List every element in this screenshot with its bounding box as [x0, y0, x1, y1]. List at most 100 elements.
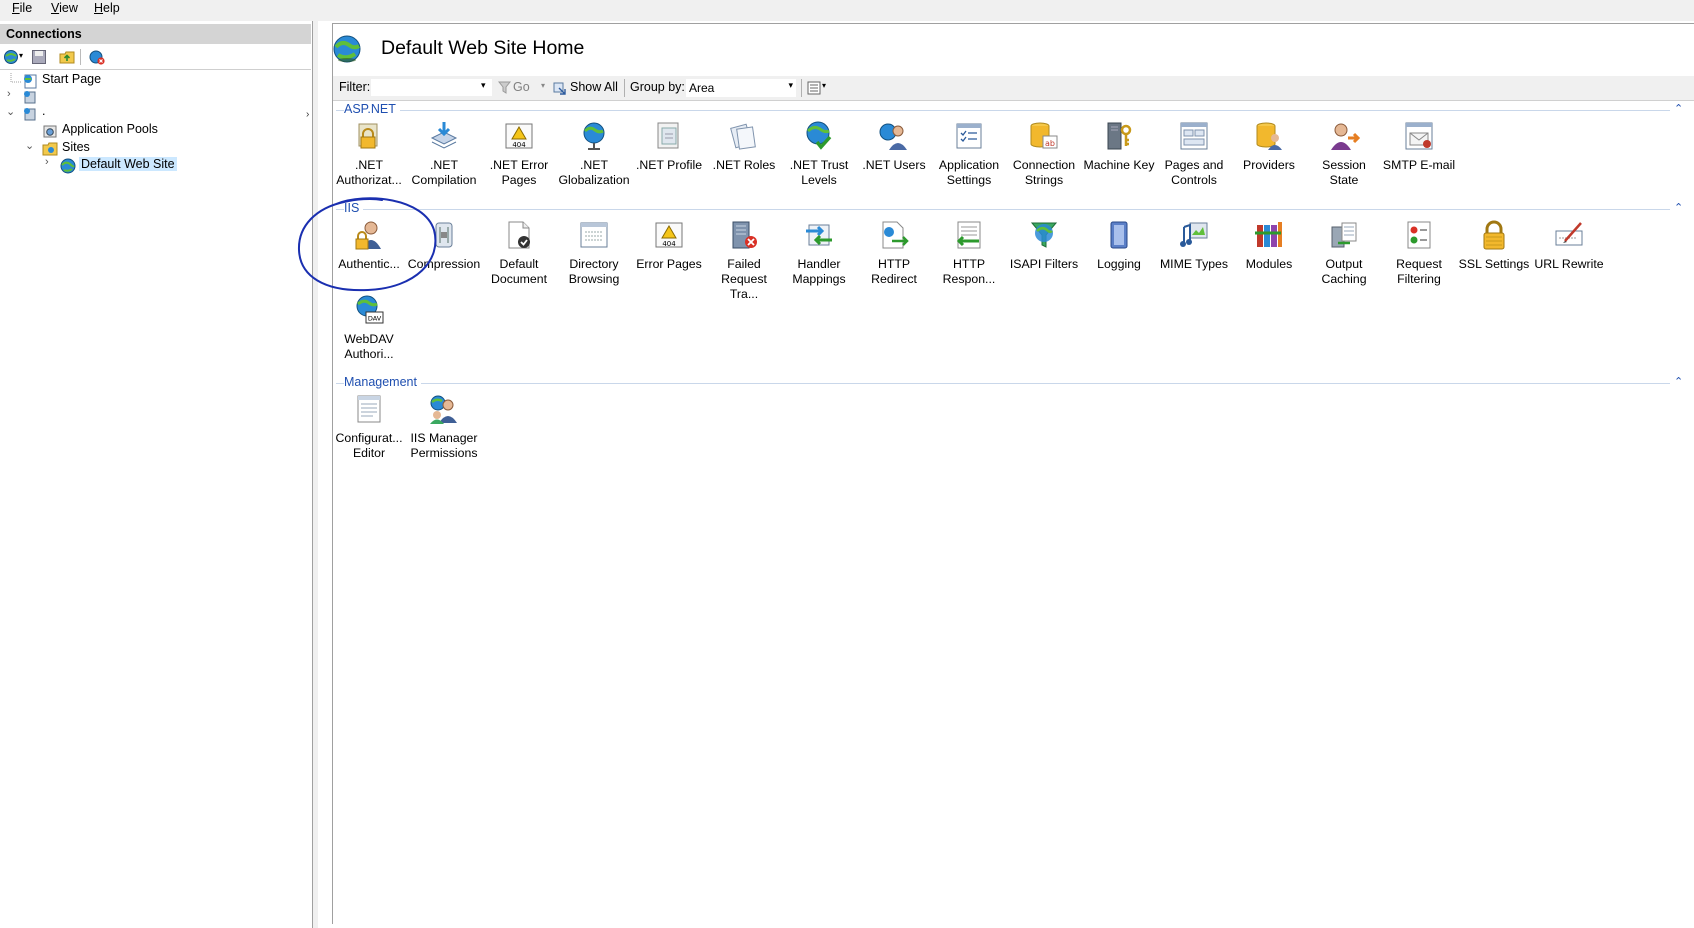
feature-label: Logging — [1097, 257, 1141, 271]
feature-label: Failed Request Tra... — [721, 257, 767, 301]
up-folder-icon[interactable] — [59, 49, 75, 65]
feature-label: Modules — [1245, 257, 1293, 271]
feature-label: .NET Globalization — [558, 158, 630, 187]
group-heading-management[interactable]: Management — [344, 375, 421, 389]
feature-ssl-settings[interactable]: SSL Settings — [1457, 219, 1531, 272]
feature-application-settings[interactable]: Application Settings — [932, 120, 1006, 188]
tree-sites[interactable]: Sites — [62, 140, 90, 154]
feature-error-pages[interactable]: 404 Error Pages — [632, 219, 706, 272]
feature-webdav-authoring-rules[interactable]: DAV WebDAV Authori... — [332, 294, 406, 362]
go-button[interactable]: Go — [496, 77, 544, 99]
machine-key-icon — [1107, 122, 1132, 150]
svg-text:404: 404 — [512, 141, 526, 149]
sites-collapse-chevron-icon[interactable]: ⌄ — [25, 139, 34, 152]
tree-default-web-site-label: Default Web Site — [79, 157, 177, 171]
tree-application-pools[interactable]: Application Pools — [62, 122, 158, 136]
feature-output-caching[interactable]: Output Caching — [1307, 219, 1381, 287]
feature-request-filtering[interactable]: Request Filtering — [1382, 219, 1456, 287]
aspnet-collapse-icon[interactable]: ⌃ — [1674, 102, 1683, 115]
feature-directory-browsing[interactable]: Directory Browsing — [557, 219, 631, 287]
feature-net-trust-levels[interactable]: .NET Trust Levels — [782, 120, 856, 188]
feature-net-compilation[interactable]: .NET Compilation — [407, 120, 481, 188]
feature-label: Application Settings — [938, 158, 1000, 187]
feature-label: .NET Users — [862, 158, 926, 172]
tree-start-page[interactable]: Start Page — [42, 72, 101, 86]
go-dropdown-icon[interactable]: ▾ — [541, 81, 545, 90]
feature-net-authorization[interactable]: .NET Authorizat... — [332, 120, 406, 188]
view-mode-icon[interactable] — [807, 81, 821, 95]
app-pools-icon — [43, 125, 57, 138]
feature-net-globalization[interactable]: .NET Globalization — [557, 120, 631, 188]
http-redirect-icon — [882, 221, 909, 249]
feature-url-rewrite[interactable]: URL Rewrite — [1532, 219, 1606, 272]
menu-view[interactable]: View — [51, 1, 78, 15]
menu-help[interactable]: Help — [94, 1, 120, 15]
webdav-authoring-icon: DAV — [356, 295, 384, 324]
feature-connection-strings[interactable]: ab Connection Strings — [1007, 120, 1081, 188]
net-compilation-icon — [430, 122, 458, 149]
feature-mime-types[interactable]: MIME Types — [1157, 219, 1231, 272]
feature-label: Request Filtering — [1396, 257, 1442, 286]
filter-dropdown-icon[interactable]: ▾ — [481, 80, 486, 91]
management-group-rule — [336, 383, 1670, 384]
feature-label: Directory Browsing — [568, 257, 620, 286]
feature-isapi-filters[interactable]: ISAPI Filters — [1007, 219, 1081, 272]
collapse-chevron-icon[interactable]: ⌄ — [6, 105, 15, 118]
feature-providers[interactable]: Providers — [1232, 120, 1306, 173]
feature-iis-manager-permissions[interactable]: IIS Manager Permissions — [407, 393, 481, 461]
feature-label: Machine Key — [1083, 158, 1155, 172]
menu-bar: File View Help — [0, 0, 1694, 21]
feature-smtp-email[interactable]: SMTP E-mail — [1382, 120, 1456, 173]
filter-input[interactable] — [371, 79, 492, 96]
svg-text:ab: ab — [1045, 139, 1055, 148]
isapi-filters-icon — [1030, 222, 1058, 248]
menu-file[interactable]: File — [12, 1, 32, 15]
group-by-select[interactable]: Area ▾ — [686, 79, 796, 97]
tree-server[interactable]: . — [42, 104, 45, 118]
feature-authentication[interactable]: Authentic... — [332, 219, 406, 272]
site-expand-chevron-icon[interactable]: › — [45, 156, 49, 168]
feature-label: Session State — [1322, 158, 1366, 187]
show-all-button[interactable]: Show All — [551, 77, 621, 99]
feature-configuration-editor[interactable]: Configurat... Editor — [332, 393, 406, 461]
management-collapse-icon[interactable]: ⌃ — [1674, 375, 1683, 388]
feature-net-users[interactable]: .NET Users — [857, 120, 931, 173]
feature-label: Default Document — [490, 257, 548, 286]
feature-http-response-headers[interactable]: HTTP Respon... — [932, 219, 1006, 287]
feature-compression[interactable]: Compression — [407, 219, 481, 272]
feature-net-profile[interactable]: .NET Profile — [632, 120, 706, 173]
feature-label: Connection Strings — [1012, 158, 1076, 187]
feature-net-roles[interactable]: .NET Roles — [707, 120, 781, 173]
pane-scroll-chevron-icon[interactable]: › — [306, 109, 309, 120]
feature-label: .NET Authorizat... — [336, 158, 402, 187]
feature-handler-mappings[interactable]: Handler Mappings — [782, 219, 856, 287]
feature-label: Error Pages — [636, 257, 702, 271]
pane-splitter[interactable] — [312, 21, 318, 928]
feature-default-document[interactable]: Default Document — [482, 219, 556, 287]
group-heading-aspnet[interactable]: ASP.NET — [344, 102, 400, 116]
feature-machine-key[interactable]: Machine Key — [1082, 120, 1156, 173]
connection-strings-icon: ab — [1030, 122, 1058, 149]
connect-dropdown-icon[interactable]: ▾ — [19, 51, 23, 60]
save-icon[interactable] — [31, 49, 47, 65]
expand-chevron-icon[interactable]: › — [7, 88, 11, 100]
feature-logging[interactable]: Logging — [1082, 219, 1156, 272]
connect-icon[interactable] — [3, 49, 19, 65]
site-globe-icon — [333, 35, 361, 63]
feature-label: .NET Error Pages — [489, 158, 549, 187]
feature-failed-request-tracing[interactable]: Failed Request Tra... — [707, 219, 781, 302]
iis-collapse-icon[interactable]: ⌃ — [1674, 201, 1683, 214]
feature-modules[interactable]: Modules — [1232, 219, 1306, 272]
view-mode-dropdown-icon[interactable]: ▾ — [822, 81, 826, 90]
iis-manager-permissions-icon — [430, 395, 457, 424]
feature-net-error-pages[interactable]: 404 .NET Error Pages — [482, 120, 556, 188]
feature-pages-and-controls[interactable]: Pages and Controls — [1157, 120, 1231, 188]
show-all-icon — [553, 82, 566, 95]
disconnect-icon[interactable] — [89, 49, 105, 65]
feature-session-state[interactable]: Session State — [1307, 120, 1381, 188]
net-trust-levels-icon — [806, 121, 832, 150]
feature-label: Pages and Controls — [1164, 158, 1224, 187]
feature-http-redirect[interactable]: HTTP Redirect — [857, 219, 931, 287]
group-heading-iis[interactable]: IIS — [344, 201, 364, 215]
tree-default-web-site[interactable]: Default Web Site — [79, 157, 177, 171]
